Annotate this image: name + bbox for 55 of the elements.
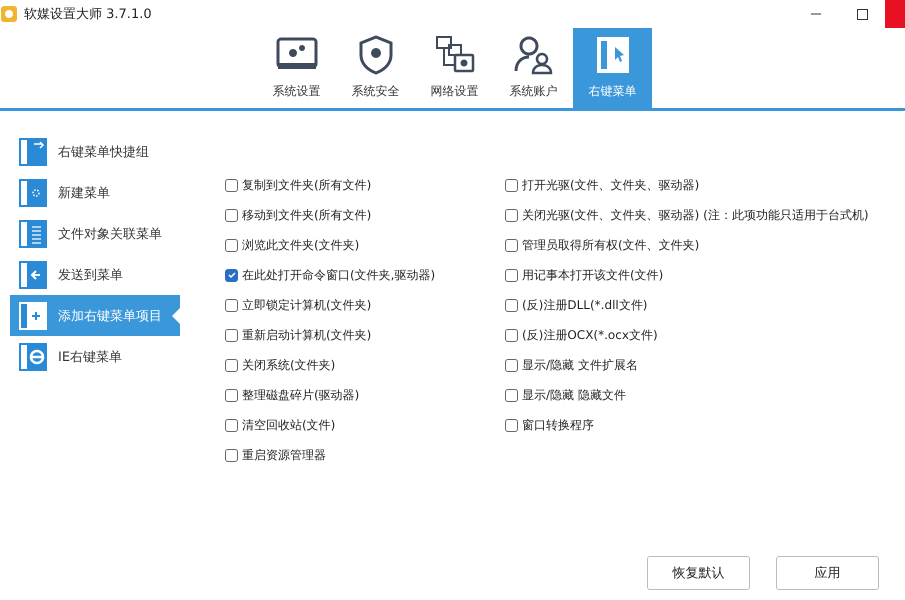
option-label: 重新启动计算机(文件夹) — [242, 326, 372, 344]
option-label: 浏览此文件夹(文件夹) — [242, 236, 360, 254]
option-label: 关闭系统(文件夹) — [242, 356, 336, 374]
checkbox[interactable] — [505, 388, 518, 402]
tab[interactable]: 系统账户 — [494, 28, 573, 108]
checkbox[interactable] — [505, 208, 518, 222]
checkbox[interactable] — [225, 208, 238, 222]
checkbox[interactable] — [225, 448, 238, 462]
checkbox[interactable] — [505, 268, 518, 282]
sidebar-item[interactable]: 右键菜单快捷组 — [10, 131, 180, 172]
checkbox[interactable] — [225, 178, 238, 192]
pointer-notch — [172, 308, 180, 324]
sidebar-item[interactable]: IE右键菜单 — [10, 336, 180, 377]
checkbox[interactable] — [225, 298, 238, 312]
apply-button[interactable]: 应用 — [776, 556, 879, 590]
checkbox[interactable] — [505, 418, 518, 432]
checkbox[interactable] — [225, 238, 238, 252]
sidebar-item[interactable]: 发送到菜单 — [10, 254, 180, 295]
option-label: 清空回收站(文件) — [242, 416, 336, 434]
option-label: 在此处打开命令窗口(文件夹,驱动器) — [242, 266, 436, 284]
option-label: (反)注册OCX(*.ocx文件) — [522, 326, 658, 344]
option-label: 关闭光驱(文件、文件夹、驱动器) (注：此项功能只适用于台式机) — [522, 206, 869, 224]
option-label: 整理磁盘碎片(驱动器) — [242, 386, 360, 404]
window-title: 软媒设置大师 3.7.1.0 — [24, 6, 153, 23]
tab[interactable]: 网络设置 — [415, 28, 494, 108]
option-label: 显示/隐藏 隐藏文件 — [522, 386, 626, 404]
sidebar-item[interactable]: 新建菜单 — [10, 172, 180, 213]
restore-defaults-button[interactable]: 恢复默认 — [647, 556, 750, 590]
checkbox[interactable] — [225, 328, 238, 342]
checkbox[interactable] — [505, 178, 518, 192]
tab[interactable]: 系统安全 — [336, 28, 415, 108]
maximize-icon — [856, 8, 868, 20]
option-label: 用记事本打开该文件(文件) — [522, 266, 664, 284]
option-label: 立即锁定计算机(文件夹) — [242, 296, 372, 314]
option-label: (反)注册DLL(*.dll文件) — [522, 296, 648, 314]
option-label: 管理员取得所有权(文件、文件夹) — [522, 236, 700, 254]
tab[interactable]: 系统设置 — [257, 28, 336, 108]
checkbox[interactable] — [505, 238, 518, 252]
checkbox[interactable] — [225, 358, 238, 372]
option-label: 移动到文件夹(所有文件) — [242, 206, 372, 224]
checkbox[interactable] — [505, 298, 518, 312]
checkbox[interactable] — [225, 268, 238, 282]
option-label: 窗口转换程序 — [522, 416, 594, 434]
option-label: 显示/隐藏 文件扩展名 — [522, 356, 638, 374]
option-label: 重启资源管理器 — [242, 446, 326, 464]
option-label: 打开光驱(文件、文件夹、驱动器) — [522, 176, 700, 194]
checkmark-icon — [228, 271, 236, 279]
checkbox[interactable] — [225, 418, 238, 432]
panel-list-icon — [18, 218, 48, 248]
sidebar-item[interactable]: 文件对象关联菜单 — [10, 213, 180, 254]
checkbox[interactable] — [505, 328, 518, 342]
checkbox[interactable] — [225, 388, 238, 402]
panel-plus-icon — [18, 300, 48, 330]
option-label: 复制到文件夹(所有文件) — [242, 176, 372, 194]
checkbox[interactable] — [505, 358, 518, 372]
